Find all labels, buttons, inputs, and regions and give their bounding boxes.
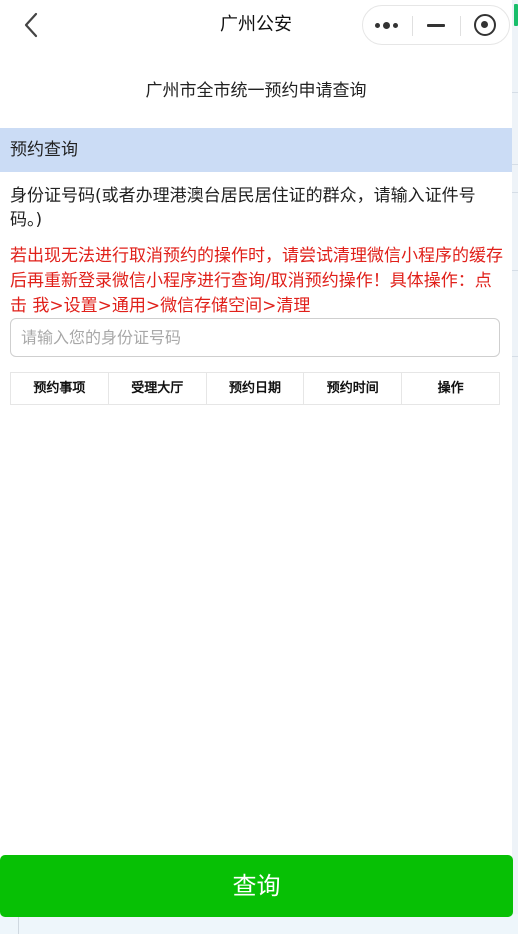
column-header-date: 预约日期 [207, 373, 305, 404]
edge-tick [512, 192, 518, 193]
edge-divider [18, 914, 19, 934]
column-header-hall: 受理大厅 [109, 373, 207, 404]
more-button[interactable] [363, 6, 411, 44]
mini-program-capsule [362, 5, 510, 45]
page-heading: 广州市全市统一预约申请查询 [145, 81, 367, 101]
column-header-item: 预约事项 [11, 373, 109, 404]
minimize-button[interactable] [413, 6, 459, 44]
target-circle-icon [474, 14, 496, 36]
page: 广州公安 广州市全市统一预约申请查询 预约查询 身份证号码(或者办理港澳台居民居… [0, 0, 518, 934]
id-number-input[interactable] [10, 318, 500, 357]
column-header-action: 操作 [437, 381, 464, 396]
edge-accent [514, 4, 518, 26]
close-mini-program-button[interactable] [461, 6, 509, 44]
edge-tick [512, 270, 518, 271]
cache-clear-notice: 若出现无法进行取消预约的操作时，请尝试清理微信小程序的缓存后再重新登录微信小程序… [10, 246, 503, 316]
bottom-edge-strip [0, 914, 518, 934]
minimize-icon [427, 24, 445, 27]
query-button[interactable]: 查询 [0, 855, 513, 917]
column-header-time: 预约时间 [304, 373, 403, 404]
navigation-bar: 广州公安 [0, 0, 512, 50]
section-title-bar: 预约查询 [0, 128, 512, 172]
edge-tick [512, 356, 518, 357]
id-number-label: 身份证号码(或者办理港澳台居民居住证的群众，请输入证件号码。) [10, 186, 476, 230]
appointment-table-header: 预约事项 受理大厅 预约日期 预约时间 操作 [10, 372, 500, 405]
right-edge-strip [512, 0, 518, 934]
edge-tick [512, 92, 518, 93]
edge-tick [512, 164, 518, 165]
